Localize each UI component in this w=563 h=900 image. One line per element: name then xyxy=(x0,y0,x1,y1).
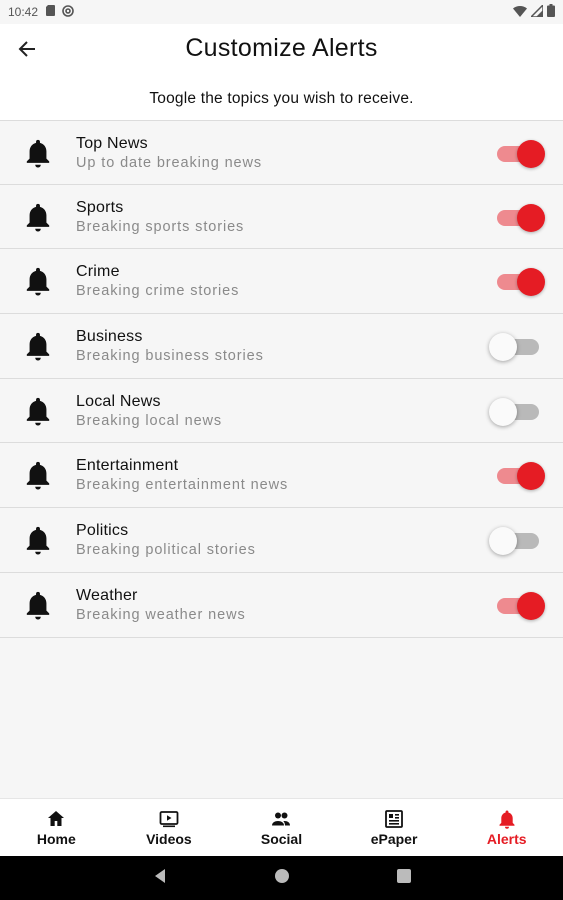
signal-icon xyxy=(529,2,544,20)
bell-icon xyxy=(24,461,52,491)
topic-name: Business xyxy=(76,328,143,346)
toggle-top-news[interactable] xyxy=(493,140,545,168)
toggle-thumb xyxy=(517,591,545,620)
topic-description: Breaking crime stories xyxy=(76,283,240,300)
topic-row-local-news: Local News Breaking local news xyxy=(0,378,563,444)
nav-item-videos[interactable]: Videos xyxy=(113,799,226,856)
toggle-thumb xyxy=(517,462,545,491)
sd-card-icon xyxy=(46,5,56,19)
bottom-nav: Home Videos Social ePaper Alerts xyxy=(0,798,563,856)
back-triangle-icon xyxy=(153,868,167,889)
topic-row-crime: Crime Breaking crime stories xyxy=(0,249,563,315)
toggle-politics[interactable] xyxy=(489,527,543,556)
bell-icon xyxy=(24,203,52,233)
toggle-local-news[interactable] xyxy=(489,397,543,426)
toggle-sports[interactable] xyxy=(493,203,545,232)
topic-description: Breaking entertainment news xyxy=(76,477,289,494)
wifi-icon xyxy=(513,5,527,20)
nav-label: Alerts xyxy=(486,830,527,847)
toggle-thumb xyxy=(517,268,545,297)
home-icon xyxy=(46,809,66,831)
nav-label: Home xyxy=(36,830,76,847)
system-home-button[interactable] xyxy=(270,866,294,890)
nav-item-social[interactable]: Social xyxy=(225,799,338,856)
nav-item-epaper[interactable]: ePaper xyxy=(338,799,451,856)
system-recents-button[interactable] xyxy=(392,866,416,890)
system-back-button[interactable] xyxy=(148,866,172,890)
topic-description: Breaking business stories xyxy=(76,348,264,365)
topic-name: Entertainment xyxy=(76,457,179,475)
bell-icon xyxy=(24,397,52,427)
status-icons xyxy=(513,2,555,20)
nav-item-alerts[interactable]: Alerts xyxy=(450,799,563,856)
bell-icon xyxy=(497,809,517,831)
topic-row-weather: Weather Breaking weather news xyxy=(0,572,563,638)
status-bar: 10:42 xyxy=(0,0,563,24)
topic-name: Sports xyxy=(76,198,124,216)
toggle-crime[interactable] xyxy=(493,268,545,297)
toggle-weather[interactable] xyxy=(493,591,545,620)
video-icon xyxy=(159,809,179,831)
topic-name: Politics xyxy=(76,522,129,540)
topic-row-business: Business Breaking business stories xyxy=(0,314,563,379)
topic-row-entertainment: Entertainment Breaking entertainment news xyxy=(0,443,563,509)
page-subtitle: Toogle the topics you wish to receive. xyxy=(149,90,414,107)
topic-name: Weather xyxy=(76,586,138,604)
status-time: 10:42 xyxy=(8,5,39,19)
topic-description: Up to date breaking news xyxy=(76,155,263,171)
bell-icon xyxy=(24,332,52,362)
topic-name: Local News xyxy=(76,392,161,410)
toggle-entertainment[interactable] xyxy=(493,462,545,491)
toggle-thumb xyxy=(489,397,517,426)
bell-icon xyxy=(24,591,52,621)
topic-description: Breaking sports stories xyxy=(76,218,245,235)
topic-list: Top News Up to date breaking news Sports Br… xyxy=(0,120,563,638)
topic-row-politics: Politics Breaking political stories xyxy=(0,508,563,573)
nav-item-home[interactable]: Home xyxy=(0,799,113,856)
nav-label: Social xyxy=(260,830,303,847)
topic-row-sports: Sports Breaking sports stories xyxy=(0,184,563,250)
toggle-thumb xyxy=(489,333,517,362)
at-sign-icon xyxy=(62,4,74,20)
recents-square-icon xyxy=(396,868,411,888)
home-circle-icon xyxy=(274,868,290,889)
toggle-thumb xyxy=(517,203,545,232)
bell-icon xyxy=(24,139,52,169)
toggle-business[interactable] xyxy=(489,333,543,362)
nav-label: Videos xyxy=(146,830,192,847)
page-title: Customize Alerts xyxy=(185,34,378,62)
topic-description: Breaking political stories xyxy=(76,542,256,559)
bell-icon xyxy=(24,526,52,556)
topic-description: Breaking weather news xyxy=(76,606,246,623)
newspaper-icon xyxy=(384,809,404,831)
topic-description: Breaking local news xyxy=(76,412,223,429)
people-icon xyxy=(271,809,291,831)
nav-label: ePaper xyxy=(370,830,418,847)
topic-name: Top News xyxy=(76,135,148,152)
topic-row-top-news: Top News Up to date breaking news xyxy=(0,120,563,185)
toggle-thumb xyxy=(517,140,545,168)
app-bar: Customize Alerts Toogle the topics you w… xyxy=(0,24,563,120)
topic-name: Crime xyxy=(76,263,120,281)
toggle-thumb xyxy=(489,527,517,556)
battery-icon xyxy=(547,4,555,20)
system-nav-bar xyxy=(0,856,563,900)
bell-icon xyxy=(24,267,52,297)
